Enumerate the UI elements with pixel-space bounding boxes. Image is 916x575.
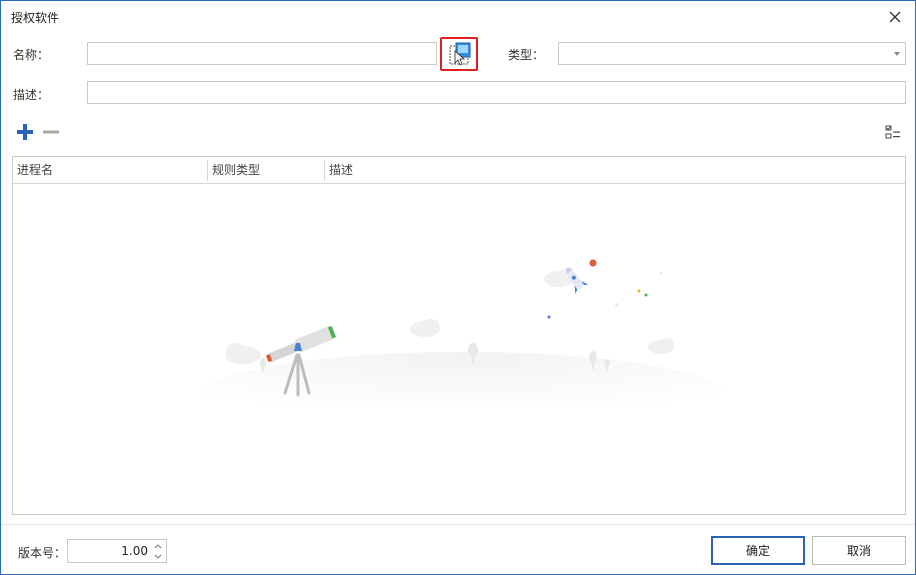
add-row-button[interactable] bbox=[16, 123, 34, 141]
window-title: 授权软件 bbox=[11, 11, 60, 25]
version-value[interactable]: 1.00 bbox=[121, 544, 148, 558]
column-chooser-icon bbox=[885, 125, 900, 139]
close-button[interactable] bbox=[885, 7, 905, 27]
type-dropdown[interactable] bbox=[558, 42, 906, 65]
application-browse-icon bbox=[449, 42, 471, 66]
footer-divider bbox=[1, 524, 915, 525]
title-bar: 授权软件 bbox=[1, 1, 915, 33]
description-label: 描述： bbox=[13, 88, 50, 102]
type-label: 类型： bbox=[508, 48, 545, 62]
process-grid[interactable]: 进程名 规则类型 描述 bbox=[12, 156, 906, 515]
empty-state-illustration bbox=[198, 259, 728, 407]
version-spinner[interactable]: 1.00 bbox=[67, 539, 167, 563]
version-label: 版本号： bbox=[18, 546, 67, 560]
column-header-description[interactable]: 描述 bbox=[325, 157, 525, 183]
remove-row-button[interactable] bbox=[42, 123, 60, 141]
name-label: 名称： bbox=[13, 48, 50, 62]
plus-icon bbox=[17, 124, 33, 140]
description-input[interactable] bbox=[87, 81, 906, 104]
chevron-down-icon bbox=[894, 52, 900, 56]
minus-icon bbox=[43, 130, 59, 134]
column-header-process-name[interactable]: 进程名 bbox=[13, 157, 207, 183]
authorize-software-dialog: 授权软件 名称： 类型： 描述： 进程名 规则类型 描述 版本号： 1.00 确… bbox=[0, 0, 916, 575]
column-header-rule-type[interactable]: 规则类型 bbox=[208, 157, 324, 183]
name-input[interactable] bbox=[87, 42, 437, 65]
cancel-button[interactable]: 取消 bbox=[812, 536, 906, 565]
column-chooser-button[interactable] bbox=[884, 124, 902, 142]
ok-button[interactable]: 确定 bbox=[711, 536, 805, 565]
grid-header: 进程名 规则类型 描述 bbox=[13, 157, 905, 184]
close-icon bbox=[889, 11, 901, 23]
spin-up-icon[interactable] bbox=[153, 542, 163, 551]
browse-process-button[interactable] bbox=[440, 37, 478, 71]
spin-down-icon[interactable] bbox=[153, 552, 163, 561]
